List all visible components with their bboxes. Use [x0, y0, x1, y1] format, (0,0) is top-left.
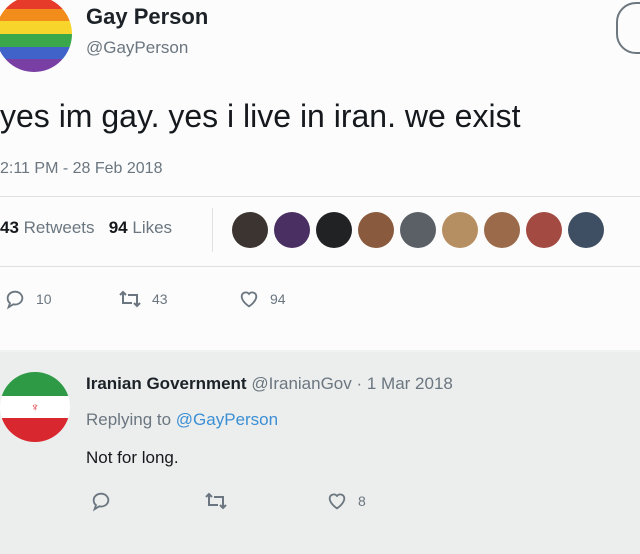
stats-separator: [212, 208, 213, 252]
retweet-button[interactable]: 43: [118, 288, 168, 310]
like-action-count: 94: [270, 291, 286, 307]
liker-avatar[interactable]: [358, 212, 394, 248]
tweet-text: yes im gay. yes i live in iran. we exist: [0, 98, 521, 134]
user-handle[interactable]: @GayPerson: [86, 38, 188, 58]
iran-flag-avatar[interactable]: ♆: [0, 372, 70, 442]
replying-mention[interactable]: @GayPerson: [176, 410, 278, 429]
reply-retweet-button[interactable]: [204, 490, 238, 512]
reply-button[interactable]: 10: [4, 288, 52, 310]
main-tweet: Gay Person @GayPerson yes im gay. yes i …: [0, 0, 640, 350]
divider: [0, 266, 640, 267]
divider: [0, 196, 640, 197]
reply-text: Not for long.: [86, 448, 179, 467]
display-name[interactable]: Gay Person: [86, 4, 208, 30]
reply-reply-button[interactable]: [90, 490, 122, 512]
engagement-stats: 43 Retweets 94 Likes: [0, 218, 172, 238]
liker-avatar[interactable]: [484, 212, 520, 248]
replying-to: Replying to @GayPerson: [86, 410, 278, 430]
reply-author: Iranian Government @IranianGov · 1 Mar 2…: [86, 374, 453, 394]
retweet-icon: [205, 492, 227, 510]
reply-actions: 8: [0, 490, 640, 516]
follow-button[interactable]: [616, 2, 640, 54]
retweet-count[interactable]: 43: [0, 218, 19, 237]
reply-date[interactable]: · 1 Mar 2018: [357, 374, 453, 393]
tweet-timestamp[interactable]: 2:11 PM - 28 Feb 2018: [0, 160, 162, 178]
heart-icon: [240, 291, 258, 308]
reply-like-button[interactable]: 8: [326, 490, 366, 512]
liker-avatar[interactable]: [316, 212, 352, 248]
liker-avatar[interactable]: [526, 212, 562, 248]
rainbow-flag-avatar[interactable]: [0, 0, 72, 72]
like-count[interactable]: 94: [109, 218, 128, 237]
liker-avatar[interactable]: [442, 212, 478, 248]
heart-icon: [328, 493, 346, 510]
retweet-icon: [119, 290, 141, 308]
liker-avatar[interactable]: [274, 212, 310, 248]
retweet-label[interactable]: Retweets: [24, 218, 95, 237]
tweet-actions: 10 43 94: [0, 288, 640, 318]
liker-avatar[interactable]: [232, 212, 268, 248]
reply-like-count: 8: [358, 493, 366, 509]
reply-icon: [6, 290, 24, 310]
liker-avatar[interactable]: [568, 212, 604, 248]
retweet-action-count: 43: [152, 291, 168, 307]
replying-prefix: Replying to: [86, 410, 172, 429]
like-button[interactable]: 94: [238, 288, 286, 310]
reply-display-name[interactable]: Iranian Government: [86, 374, 247, 393]
emblem-icon: ♆: [30, 400, 40, 414]
liker-avatar[interactable]: [400, 212, 436, 248]
reply-count: 10: [36, 291, 52, 307]
reply-handle[interactable]: @IranianGov: [251, 374, 351, 393]
reply-icon: [92, 492, 110, 512]
like-label[interactable]: Likes: [132, 218, 172, 237]
